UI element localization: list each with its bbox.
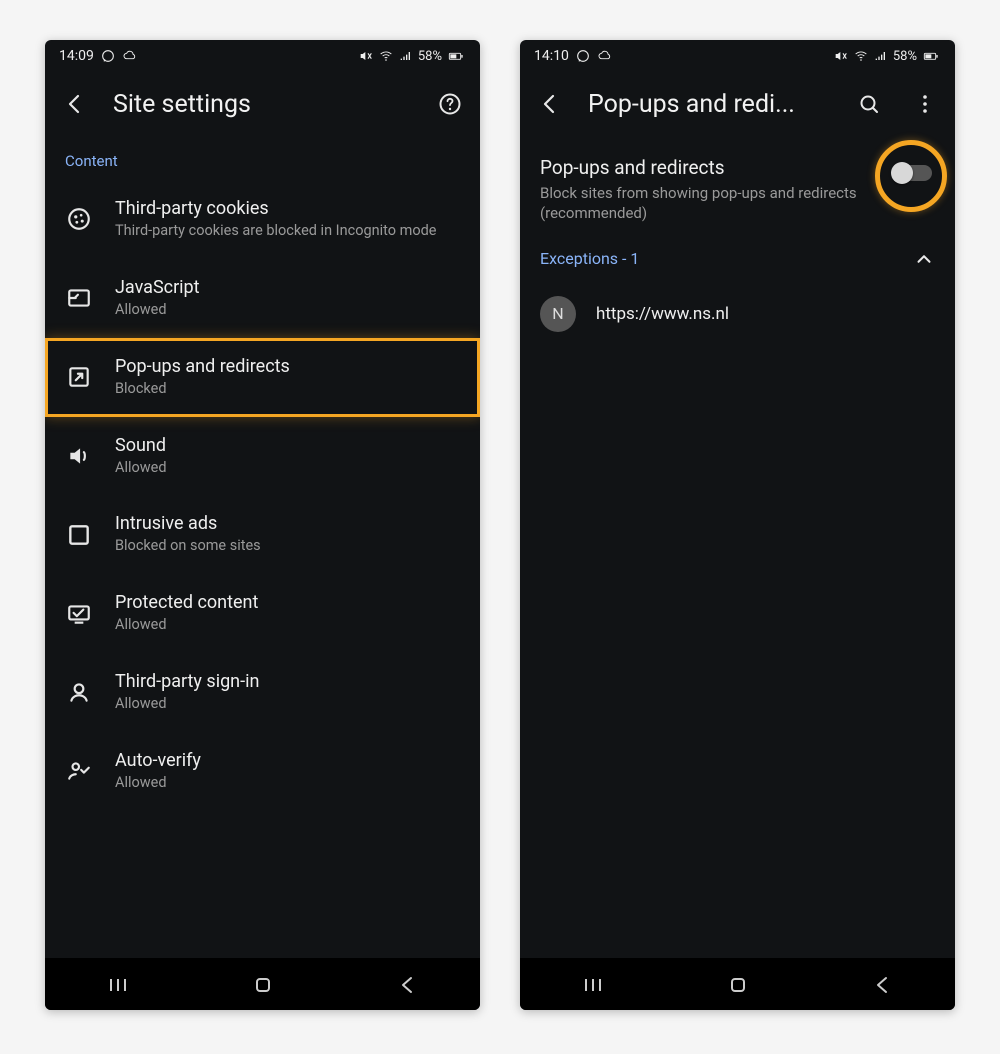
signin-icon xyxy=(66,679,92,705)
app-bar: Pop-ups and redi... xyxy=(520,72,955,136)
site-badge: N xyxy=(540,296,576,332)
popup-toggle-row: Pop-ups and redirects Block sites from s… xyxy=(520,136,955,224)
protected-icon xyxy=(66,601,92,627)
help-button[interactable] xyxy=(432,86,468,122)
exception-item[interactable]: N https://www.ns.nl xyxy=(520,280,955,348)
mute-icon xyxy=(358,48,374,64)
wifi-icon xyxy=(853,48,869,64)
whatsapp-icon xyxy=(100,48,116,64)
phone-left: 14:09 58% Site settings Content Third-pa… xyxy=(45,40,480,1010)
item-intrusive-ads[interactable]: Intrusive ads Blocked on some sites xyxy=(45,495,480,574)
app-bar: Site settings xyxy=(45,72,480,136)
item-title: Intrusive ads xyxy=(115,513,460,534)
back-button[interactable] xyxy=(532,86,568,122)
item-sub: Allowed xyxy=(115,695,460,714)
nav-recents[interactable] xyxy=(106,973,130,997)
item-javascript[interactable]: JavaScript Allowed xyxy=(45,259,480,338)
toggle-thumb xyxy=(891,162,913,184)
item-sub: Allowed xyxy=(115,616,460,635)
item-sub: Blocked xyxy=(115,380,460,399)
battery-icon xyxy=(921,48,941,64)
wifi-icon xyxy=(378,48,394,64)
chevron-up-icon xyxy=(913,248,935,270)
popup-icon xyxy=(66,364,92,390)
item-sub: Blocked on some sites xyxy=(115,537,460,556)
page-title: Site settings xyxy=(113,90,412,119)
signal-icon xyxy=(873,48,889,64)
item-third-party-cookies[interactable]: Third-party cookies Third-party cookies … xyxy=(45,180,480,259)
exceptions-label: Exceptions - 1 xyxy=(540,249,913,268)
popup-title: Pop-ups and redirects xyxy=(540,156,877,179)
item-sub: Third-party cookies are blocked in Incog… xyxy=(115,222,460,241)
nav-home[interactable] xyxy=(251,973,275,997)
back-button[interactable] xyxy=(57,86,93,122)
settings-list: Third-party cookies Third-party cookies … xyxy=(45,180,480,958)
signal-icon xyxy=(398,48,414,64)
js-icon xyxy=(66,285,92,311)
clock: 14:09 xyxy=(59,48,94,64)
popup-toggle[interactable] xyxy=(891,162,935,184)
item-sub: Allowed xyxy=(115,301,460,320)
phone-right: 14:10 58% Pop-ups and redi... Pop-ups an… xyxy=(520,40,955,1010)
page-title: Pop-ups and redi... xyxy=(588,90,831,119)
item-auto-verify[interactable]: Auto-verify Allowed xyxy=(45,732,480,811)
nav-back[interactable] xyxy=(871,973,895,997)
item-sub: Allowed xyxy=(115,459,460,478)
cloud-icon xyxy=(597,48,613,64)
battery-text: 58% xyxy=(893,49,917,64)
home-icon xyxy=(726,973,750,997)
back-icon xyxy=(538,92,562,116)
battery-icon xyxy=(446,48,466,64)
item-title: Pop-ups and redirects xyxy=(115,356,460,377)
item-popups-redirects[interactable]: Pop-ups and redirects Blocked xyxy=(45,338,480,417)
verify-icon xyxy=(66,758,92,784)
status-bar: 14:10 58% xyxy=(520,40,955,72)
ads-icon xyxy=(66,522,92,548)
more-icon xyxy=(913,92,937,116)
mute-icon xyxy=(833,48,849,64)
home-icon xyxy=(251,973,275,997)
menu-button[interactable] xyxy=(907,86,943,122)
section-content: Content xyxy=(45,136,480,180)
item-sub: Allowed xyxy=(115,774,460,793)
site-url: https://www.ns.nl xyxy=(596,304,729,324)
spacer xyxy=(520,348,955,959)
nav-back[interactable] xyxy=(396,973,420,997)
popup-sub: Block sites from showing pop-ups and red… xyxy=(540,183,877,224)
search-button[interactable] xyxy=(851,86,887,122)
status-bar: 14:09 58% xyxy=(45,40,480,72)
back-icon xyxy=(63,92,87,116)
nav-home[interactable] xyxy=(726,973,750,997)
navback-icon xyxy=(871,973,895,997)
cookie-icon xyxy=(66,206,92,232)
item-title: Third-party cookies xyxy=(115,198,460,219)
item-title: Auto-verify xyxy=(115,750,460,771)
system-nav xyxy=(520,958,955,1010)
exceptions-header[interactable]: Exceptions - 1 xyxy=(520,224,955,280)
search-icon xyxy=(857,92,881,116)
item-title: JavaScript xyxy=(115,277,460,298)
system-nav xyxy=(45,958,480,1010)
item-title: Protected content xyxy=(115,592,460,613)
help-icon xyxy=(438,92,462,116)
clock: 14:10 xyxy=(534,48,569,64)
whatsapp-icon xyxy=(575,48,591,64)
battery-text: 58% xyxy=(418,49,442,64)
cloud-icon xyxy=(122,48,138,64)
recents-icon xyxy=(106,973,130,997)
item-protected-content[interactable]: Protected content Allowed xyxy=(45,574,480,653)
sound-icon xyxy=(66,443,92,469)
item-sound[interactable]: Sound Allowed xyxy=(45,417,480,496)
item-title: Third-party sign-in xyxy=(115,671,460,692)
item-title: Sound xyxy=(115,435,460,456)
item-third-party-signin[interactable]: Third-party sign-in Allowed xyxy=(45,653,480,732)
nav-recents[interactable] xyxy=(581,973,605,997)
recents-icon xyxy=(581,973,605,997)
navback-icon xyxy=(396,973,420,997)
